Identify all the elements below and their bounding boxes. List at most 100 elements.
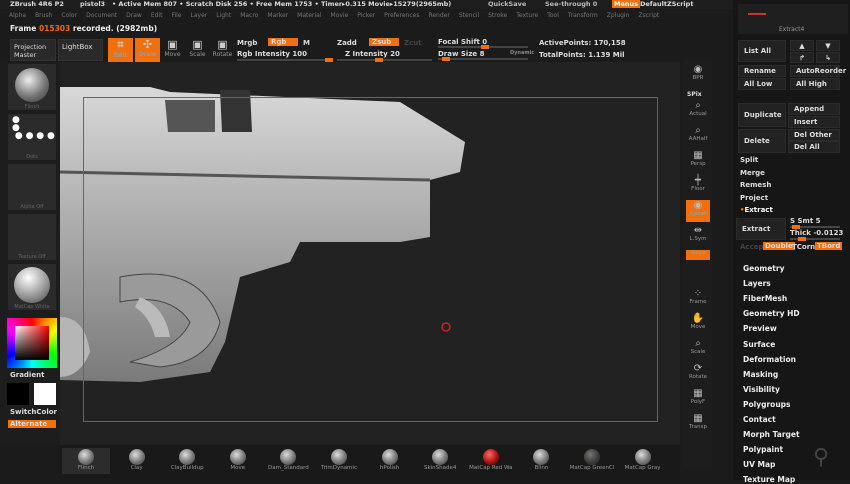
s-smt-track[interactable] — [790, 225, 840, 229]
double-toggle[interactable]: Double — [763, 242, 795, 250]
edit-button[interactable]: ⌗ Edit — [108, 38, 133, 62]
thick-track[interactable] — [790, 237, 840, 241]
menu-color[interactable]: Color — [61, 12, 77, 19]
autoreorder-button[interactable]: AutoReorder — [790, 65, 846, 77]
menu-movie[interactable]: Movie — [331, 12, 349, 19]
texture-selector[interactable]: Texture Off — [8, 214, 56, 260]
menu-transform[interactable]: Transform — [568, 12, 598, 19]
draw-button[interactable]: ✣ Draw — [135, 38, 160, 62]
duplicate-button[interactable]: Duplicate — [738, 103, 786, 127]
alpha-selector[interactable]: Alpha Off — [8, 164, 56, 210]
arrow-down-right-icon[interactable]: ↳ — [816, 52, 840, 63]
menu-light[interactable]: Light — [216, 12, 231, 19]
frame-button[interactable]: ⁘ Frame — [686, 288, 710, 310]
extract-menu[interactable]: •Extract — [740, 206, 773, 214]
brush-slot[interactable]: SkinShade4 — [416, 448, 464, 474]
menu-stencil[interactable]: Stencil — [459, 12, 479, 19]
tbord-toggle[interactable]: TBord — [815, 242, 843, 250]
project-menu[interactable]: Project — [740, 194, 768, 202]
menu-zscript[interactable]: Zscript — [638, 12, 659, 19]
transp-button[interactable]: ▦ Transp — [686, 413, 710, 435]
tool-menu-uv-map[interactable]: UV Map — [743, 460, 775, 469]
list-all-button[interactable]: List All — [738, 40, 786, 62]
brush-selector[interactable]: Flinch — [8, 64, 56, 110]
extract-button[interactable]: Extract — [736, 218, 786, 240]
del-other-button[interactable]: Del Other — [788, 129, 840, 141]
menu-tool[interactable]: Tool — [547, 12, 559, 19]
move-up-button[interactable]: ▲ — [790, 40, 814, 51]
secondary-color-swatch[interactable] — [34, 383, 56, 405]
tool-menu-preview[interactable]: Preview — [743, 324, 777, 333]
menu-preferences[interactable]: Preferences — [384, 12, 419, 19]
tool-menu-visibility[interactable]: Visibility — [743, 385, 780, 394]
thick-slider[interactable]: Thick -0.0123 — [790, 229, 843, 237]
merge-menu[interactable]: Merge — [740, 169, 765, 177]
draw-size-track[interactable] — [438, 57, 528, 61]
brush-slot[interactable]: hPolish — [366, 448, 414, 474]
switchcolor-button[interactable]: SwitchColor — [10, 408, 57, 416]
z-intensity-track[interactable] — [337, 58, 432, 62]
quicksave-button[interactable]: QuickSave — [488, 0, 526, 8]
menu-layer[interactable]: Layer — [191, 12, 208, 19]
zadd-button[interactable]: Zadd — [337, 39, 357, 47]
color-picker[interactable] — [7, 318, 57, 368]
default-zscript[interactable]: DefaultZScript — [640, 0, 693, 8]
tool-menu-fibermesh[interactable]: FiberMesh — [743, 294, 787, 303]
menu-file[interactable]: File — [171, 12, 181, 19]
polyf-button[interactable]: ▦ PolyF — [686, 388, 710, 410]
stroke-selector[interactable]: ● ● ● ● ● ● Dots — [8, 114, 56, 160]
z-intensity-slider[interactable]: Z Intensity 20 — [345, 50, 400, 58]
rotate-button[interactable]: ⟳ Rotate — [686, 363, 710, 385]
all-low-button[interactable]: All Low — [738, 78, 786, 90]
brush-slot[interactable]: TrimDynamic — [315, 448, 363, 474]
delete-button[interactable]: Delete — [738, 129, 786, 153]
primary-color-swatch[interactable] — [7, 383, 29, 405]
rename-button[interactable]: Rename — [738, 65, 786, 77]
menu-alpha[interactable]: Alpha — [9, 12, 26, 19]
spix-slider[interactable]: SPix — [687, 91, 702, 98]
lightbox-button[interactable]: LightBox — [58, 39, 103, 61]
zsub-button[interactable]: Zsub — [369, 38, 399, 46]
move-button[interactable]: ✋ Move — [686, 313, 710, 335]
seethrough-slider[interactable]: See-through 0 — [545, 0, 597, 8]
tool-menu-masking[interactable]: Masking — [743, 370, 778, 379]
del-all-button[interactable]: Del All — [788, 141, 840, 153]
brush-slot[interactable]: MatCap Gray — [619, 448, 667, 474]
split-menu[interactable]: Split — [740, 156, 758, 164]
tool-menu-contact[interactable]: Contact — [743, 415, 776, 424]
aahalf-button[interactable]: ⌕ AAHalf — [686, 125, 710, 147]
focal-shift-track[interactable] — [438, 45, 528, 49]
scale-button[interactable]: ▣ Scale — [185, 38, 210, 62]
tool-menu-deformation[interactable]: Deformation — [743, 355, 796, 364]
rotate-button[interactable]: ▣ Rotate — [210, 38, 235, 62]
bpr-button[interactable]: ◉ BPR — [686, 64, 710, 86]
actual-button[interactable]: ⌕ Actual — [686, 100, 710, 122]
persp-button[interactable]: ▦ Persp — [686, 150, 710, 172]
menu-brush[interactable]: Brush — [35, 12, 52, 19]
insert-button[interactable]: Insert — [788, 116, 840, 128]
color-square[interactable] — [15, 326, 49, 360]
menu-zplugin[interactable]: Zplugin — [607, 12, 630, 19]
menu-marker[interactable]: Marker — [267, 12, 288, 19]
tool-menu-polypaint[interactable]: Polypaint — [743, 445, 783, 454]
rgb-intensity-slider[interactable]: Rgb Intensity 100 — [237, 50, 307, 58]
brush-slot[interactable]: MatCap GreenCl — [568, 448, 616, 474]
zcut-button[interactable]: Zcut — [404, 39, 422, 47]
brush-slot[interactable]: MatCap Red Wa — [467, 448, 515, 474]
menu-render[interactable]: Render — [428, 12, 449, 19]
local-button[interactable]: ◉ Local — [686, 200, 710, 222]
tcorn-toggle[interactable]: TCorn — [792, 243, 815, 251]
menu-texture[interactable]: Texture — [516, 12, 538, 19]
remesh-menu[interactable]: Remesh — [740, 181, 771, 189]
mrgb-button[interactable]: Mrgb — [237, 39, 257, 47]
tool-menu-geometry[interactable]: Geometry — [743, 264, 784, 273]
floor-button[interactable]: ┿ Floor — [686, 175, 710, 197]
lsym-button[interactable]: ⇹ L.Sym — [686, 225, 710, 247]
all-high-button[interactable]: All High — [790, 78, 840, 90]
menu-stroke[interactable]: Stroke — [488, 12, 507, 19]
focal-shift-slider[interactable]: Focal Shift 0 — [438, 38, 487, 46]
menu-picker[interactable]: Picker — [357, 12, 375, 19]
arrow-up-right-icon[interactable]: ↱ — [790, 52, 814, 63]
menu-document[interactable]: Document — [86, 12, 117, 19]
brush-slot[interactable]: ClayBuildup — [163, 448, 211, 474]
